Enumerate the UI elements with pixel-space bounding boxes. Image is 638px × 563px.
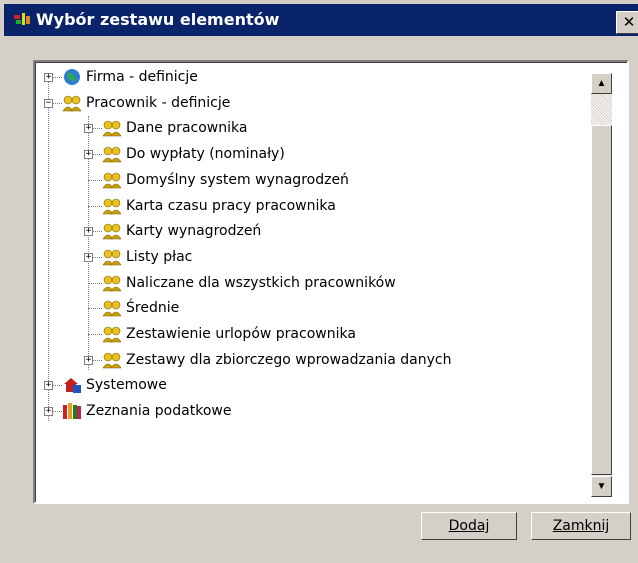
tree-node-label[interactable]: Do wypłaty (nominały) [126,145,285,163]
people-icon [102,145,122,163]
people-icon [102,197,122,215]
tree-node-label[interactable]: Karta czasu pracy pracownika [126,197,336,215]
expand-toggle[interactable]: + [84,124,93,133]
tree-line [88,180,102,181]
people-icon [102,248,122,266]
people-icon [102,299,122,317]
people-icon [102,351,122,369]
collapse-toggle[interactable]: − [44,99,53,108]
dialog-window: Wybór zestawu elementów ✕ + Firma - defin… [0,0,638,563]
tree-node-label[interactable]: Firma - definicje [86,68,198,86]
tree-node-label[interactable]: Listy płac [126,248,192,266]
scroll-down-button[interactable]: ▼ [591,476,612,497]
expand-toggle[interactable]: + [84,227,93,236]
expand-toggle[interactable]: + [84,253,93,262]
tree-line [88,206,102,207]
scroll-up-button[interactable]: ▲ [591,73,612,94]
tree-node-label[interactable]: Zestawienie urlopów pracownika [126,325,356,343]
tree-node-label[interactable]: Dane pracownika [126,119,247,137]
tree-node-label[interactable]: Zeznania podatkowe [86,402,231,420]
system-icon [62,376,82,394]
expand-toggle[interactable]: + [84,356,93,365]
globe-icon [62,68,82,86]
scroll-thumb[interactable] [591,125,612,475]
people-icon [102,119,122,137]
title-bar[interactable]: Wybór zestawu elementów ✕ [4,4,638,36]
tree-line [48,79,49,421]
books-icon [62,402,82,420]
vertical-scrollbar[interactable]: ▲ ▼ [591,73,612,497]
people-icon [62,94,82,112]
expand-toggle[interactable]: + [44,381,53,390]
tree-node-label[interactable]: Karty wynagrodzeń [126,222,261,240]
tree-node-label[interactable]: Naliczane dla wszystkich pracowników [126,274,396,292]
expand-toggle[interactable]: + [44,73,53,82]
close-dialog-button[interactable]: Zamknij [531,512,631,540]
tree-node-label[interactable]: Średnie [126,299,179,317]
expand-toggle[interactable]: + [84,150,93,159]
people-icon [102,222,122,240]
app-icon [14,13,30,25]
window-title: Wybór zestawu elementów [36,10,280,29]
people-icon [102,171,122,189]
tree-node-label[interactable]: Zestawy dla zbiorczego wprowadzania dany… [126,351,451,369]
close-button[interactable]: ✕ [616,11,638,34]
tree-node-label[interactable]: Pracownik - definicje [86,94,230,112]
tree-line [88,283,102,284]
tree-node-label[interactable]: Systemowe [86,376,167,394]
tree-line [88,308,102,309]
expand-toggle[interactable]: + [44,407,53,416]
tree-view[interactable]: + Firma - definicje − Pracownik - definicje… [33,60,629,504]
add-button[interactable]: Dodaj [421,512,517,540]
tree-line [88,334,102,335]
tree-node-label[interactable]: Domyślny system wynagrodzeń [126,171,349,189]
people-icon [102,274,122,292]
close-button-label: Zamknij [552,518,610,534]
add-button-label: Dodaj [448,518,490,534]
people-icon [102,325,122,343]
